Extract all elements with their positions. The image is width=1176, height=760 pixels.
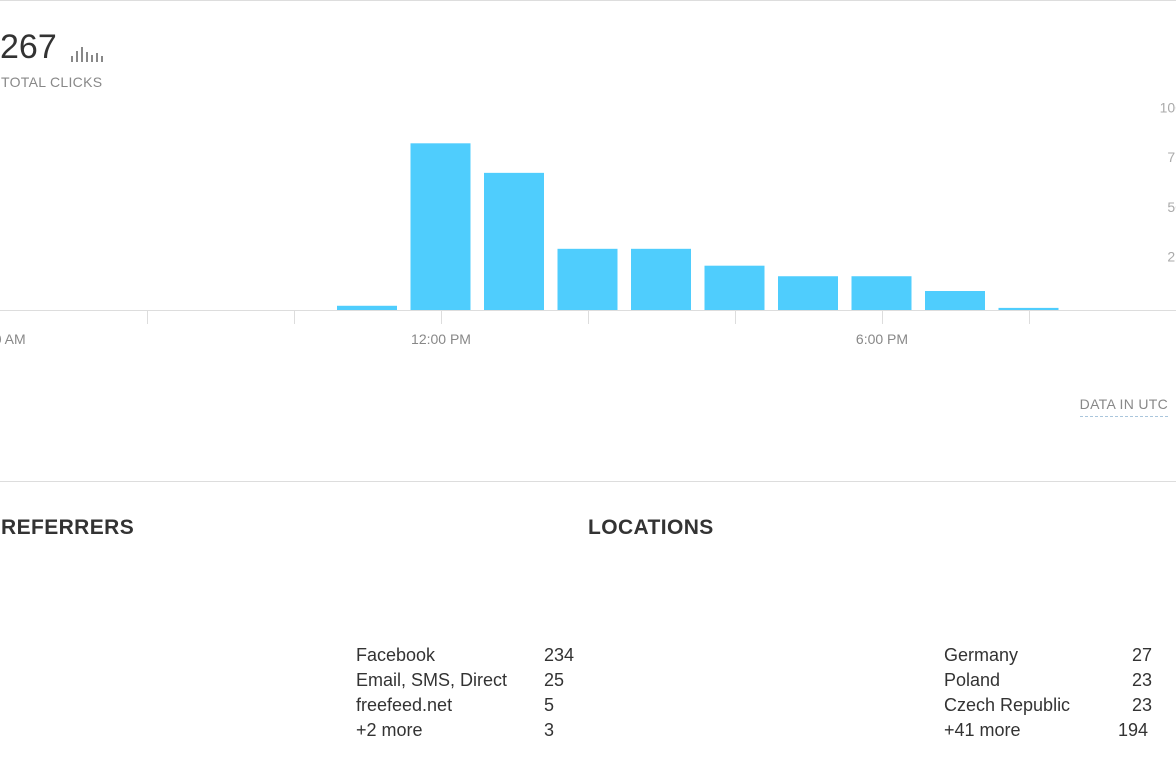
bar[interactable] xyxy=(778,276,838,310)
locations-title: LOCATIONS xyxy=(588,516,714,539)
location-count: 23 xyxy=(1132,695,1153,715)
referrer-name: Email, SMS, Direct xyxy=(356,670,508,690)
table-row[interactable]: Email, SMS, Direct 25 xyxy=(356,668,574,693)
table-row[interactable]: freefeed.net 5 xyxy=(356,693,574,718)
location-name: Poland xyxy=(944,670,1001,690)
bar[interactable] xyxy=(631,248,691,310)
referrer-count: 5 xyxy=(544,695,555,715)
table-row[interactable]: Poland 23 xyxy=(944,668,1152,693)
total-clicks-value: 267 xyxy=(0,28,57,66)
referrer-name: freefeed.net xyxy=(356,695,453,715)
location-count: 27 xyxy=(1132,645,1153,665)
table-row[interactable]: Czech Republic 23 xyxy=(944,693,1152,718)
x-tick-label: 6:00 AM xyxy=(0,331,26,347)
referrers-table: Facebook 234 Email, SMS, Direct 25 freefee… xyxy=(356,643,574,743)
data-in-utc-toggle[interactable]: DATA IN UTC xyxy=(1079,396,1168,417)
y-tick-label: 75 xyxy=(1167,149,1176,165)
total-clicks-label: TOTAL CLICKS xyxy=(1,74,103,90)
bar[interactable] xyxy=(851,276,912,310)
locations-table: Germany 27 Poland 23 Czech Republic 23 +41 … xyxy=(944,643,1152,743)
location-count: 23 xyxy=(1132,670,1153,690)
location-name: Czech Republic xyxy=(944,695,1071,715)
bar[interactable] xyxy=(704,265,765,310)
referrer-count: 234 xyxy=(544,645,575,665)
y-tick-label: 50 xyxy=(1167,199,1176,215)
location-name: Germany xyxy=(944,645,1019,665)
section-divider xyxy=(0,481,1176,482)
y-tick-label: 25 xyxy=(1167,248,1176,264)
bar[interactable] xyxy=(557,248,618,310)
referrer-count: 25 xyxy=(544,670,565,690)
bar[interactable] xyxy=(998,307,1059,310)
bar[interactable] xyxy=(410,143,471,310)
clicks-bar-chart: 6:00 AM 12:00 PM 6:00 PM 25 50 75 100 xyxy=(0,100,1176,347)
referrer-more-link[interactable]: +2 more xyxy=(356,718,544,743)
referrer-name: Facebook xyxy=(356,645,436,665)
table-row[interactable]: Germany 27 xyxy=(944,643,1152,668)
table-row[interactable]: +2 more 3 xyxy=(356,718,574,743)
table-row[interactable]: Facebook 234 xyxy=(356,643,574,668)
location-count: 194 xyxy=(1118,720,1149,740)
top-divider xyxy=(0,0,1176,1)
bar-chart-icon[interactable] xyxy=(71,46,103,62)
referrer-count: 3 xyxy=(544,720,555,740)
bar[interactable] xyxy=(337,305,397,310)
location-more-link[interactable]: +41 more xyxy=(944,718,1118,743)
x-tick-label: 12:00 PM xyxy=(411,331,471,347)
table-row[interactable]: +41 more 194 xyxy=(944,718,1152,743)
bar[interactable] xyxy=(484,172,544,310)
x-tick-label: 6:00 PM xyxy=(856,331,908,347)
bar[interactable] xyxy=(925,291,985,310)
referrers-title: REFERRERS xyxy=(1,516,135,539)
y-tick-label: 100 xyxy=(1160,100,1176,116)
